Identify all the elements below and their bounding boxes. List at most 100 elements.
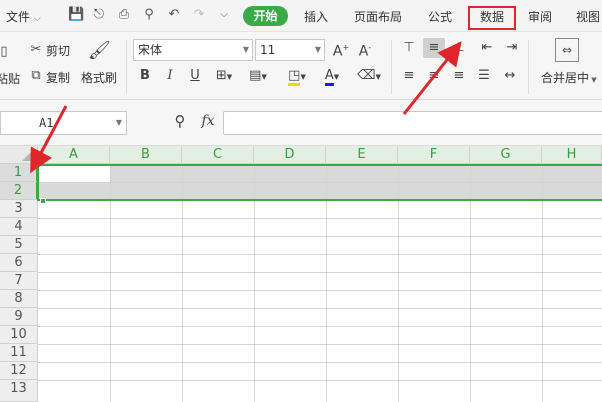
gridline — [38, 236, 602, 237]
justify-icon[interactable]: ☰ — [475, 68, 493, 84]
align-top-icon[interactable]: ⊤ — [400, 40, 418, 56]
fx-icon[interactable]: fx — [199, 113, 217, 129]
chevron-down-icon: ▼ — [115, 118, 122, 127]
increase-font-icon[interactable]: A+ — [332, 40, 350, 60]
align-center-icon[interactable]: ≡ — [425, 68, 443, 84]
print-icon[interactable]: ⎙ — [116, 7, 132, 23]
print-preview-icon[interactable]: ⚲ — [141, 7, 157, 23]
merge-center-label: 合并居中 — [541, 71, 590, 85]
border-icon[interactable]: ⊞▼ — [213, 68, 235, 85]
select-all-corner[interactable] — [0, 146, 38, 164]
gridline — [38, 326, 602, 327]
col-header-e[interactable]: E — [326, 146, 398, 164]
save-icon[interactable]: 💾 — [68, 7, 84, 23]
italic-icon[interactable]: I — [163, 68, 177, 84]
row-header-10[interactable]: 10 — [0, 326, 38, 344]
row-header-6[interactable]: 6 — [0, 254, 38, 272]
col-header-b[interactable]: B — [110, 146, 182, 164]
col-header-c[interactable]: C — [182, 146, 254, 164]
divider — [391, 40, 392, 94]
menu-file[interactable]: 文件 ⌵ — [6, 8, 41, 25]
tab-review[interactable]: 审阅 — [528, 8, 552, 25]
cell-style-icon[interactable]: ▤▼ — [246, 68, 270, 85]
row-header-5[interactable]: 5 — [0, 236, 38, 254]
font-size-select[interactable]: 11 ▼ — [255, 39, 325, 61]
zoom-search-icon[interactable]: ⚲ — [171, 113, 189, 129]
gridline — [38, 272, 602, 273]
scissors-icon[interactable]: ✂ — [28, 42, 44, 58]
row-header-3[interactable]: 3 — [0, 200, 38, 218]
formula-bar: A1 ▼ ⚲ fx — [0, 100, 602, 146]
row-selection-border — [37, 164, 602, 201]
copy-button[interactable]: 复制 — [46, 69, 70, 86]
paste-icon[interactable]: ▯ — [0, 44, 10, 60]
chevron-down-icon: ▼ — [314, 45, 321, 54]
gridline — [38, 362, 602, 363]
format-painter-icon[interactable]: 🖌 — [88, 40, 111, 62]
distributed-align-icon[interactable]: ↔ — [500, 68, 520, 84]
row-header-1[interactable]: 1 — [0, 164, 38, 182]
row-header-7[interactable]: 7 — [0, 272, 38, 290]
row-header-11[interactable]: 11 — [0, 344, 38, 362]
redo-icon[interactable]: ↷ — [191, 7, 207, 23]
font-name-value: 宋体 — [138, 43, 163, 57]
increase-indent-icon[interactable]: ⇥ — [503, 40, 521, 56]
tab-insert[interactable]: 插入 — [304, 8, 328, 25]
format-painter-button[interactable]: 格式刷 — [81, 69, 117, 86]
spreadsheet-grid[interactable]: A B C D E F G H 1 2 3 4 5 6 7 8 9 10 11 … — [0, 146, 602, 402]
tab-formulas[interactable]: 公式 — [428, 8, 452, 25]
col-header-g[interactable]: G — [470, 146, 542, 164]
select-all-triangle-icon — [22, 149, 34, 161]
paste-label[interactable]: 粘贴 — [0, 70, 20, 87]
gridline — [38, 308, 602, 309]
merge-center-button[interactable]: 合并居中 ▼ — [541, 69, 597, 86]
fill-handle[interactable] — [40, 198, 46, 204]
row-header-4[interactable]: 4 — [0, 218, 38, 236]
menu-file-label: 文件 — [6, 10, 31, 24]
underline-icon[interactable]: U — [188, 68, 202, 84]
row-header-9[interactable]: 9 — [0, 308, 38, 326]
tab-view[interactable]: 视图 — [576, 8, 600, 25]
col-header-h[interactable]: H — [542, 146, 602, 164]
align-bottom-icon[interactable]: ⊥ — [450, 40, 468, 56]
bold-icon[interactable]: B — [138, 68, 152, 84]
cut-button[interactable]: 剪切 — [46, 42, 70, 59]
align-right-icon[interactable]: ≡ — [450, 68, 468, 84]
chevron-down-icon: ▼ — [589, 76, 597, 84]
tab-data-highlight[interactable]: 数据 — [468, 6, 516, 30]
col-header-a[interactable]: A — [38, 146, 110, 164]
col-header-d[interactable]: D — [254, 146, 326, 164]
tab-page-layout[interactable]: 页面布局 — [354, 8, 402, 25]
row-header-2[interactable]: 2 — [0, 182, 38, 200]
tab-data[interactable]: 数据 — [470, 8, 514, 27]
merge-center-icon[interactable]: ⇔ — [555, 38, 579, 62]
ribbon: ▯ 粘贴 ✂ 剪切 ⧉ 复制 🖌 格式刷 宋体 ▼ 11 ▼ A+ A- B I… — [0, 32, 602, 100]
gridline — [38, 344, 602, 345]
gridline — [38, 290, 602, 291]
copy-icon[interactable]: ⧉ — [28, 68, 44, 84]
row-header-13[interactable]: 13 — [0, 380, 38, 402]
decrease-indent-icon[interactable]: ⇤ — [478, 40, 496, 56]
decrease-font-icon[interactable]: A- — [356, 40, 374, 60]
gridline — [38, 254, 602, 255]
fill-color-icon[interactable]: ◳▼ — [284, 68, 310, 86]
font-name-select[interactable]: 宋体 ▼ — [133, 39, 253, 61]
name-box[interactable]: A1 ▼ — [0, 111, 127, 135]
chevron-down-icon: ▼ — [242, 45, 249, 54]
align-left-icon[interactable]: ≡ — [400, 68, 418, 84]
export-pdf-icon[interactable]: ⎋ — [91, 7, 107, 23]
undo-icon[interactable]: ↶ — [166, 7, 182, 23]
customize-chevron-icon[interactable]: ⌵ — [216, 7, 232, 23]
gridline — [38, 218, 602, 219]
divider — [126, 40, 127, 94]
cell-reference: A1 — [39, 116, 54, 130]
row-header-12[interactable]: 12 — [0, 362, 38, 380]
divider — [528, 40, 529, 94]
font-color-icon[interactable]: A▼ — [320, 68, 344, 86]
align-middle-icon[interactable]: ≡ — [423, 38, 445, 58]
tab-start[interactable]: 开始 — [243, 6, 288, 26]
col-header-f[interactable]: F — [398, 146, 470, 164]
formula-input[interactable] — [223, 111, 602, 135]
clear-format-icon[interactable]: ⌫▼ — [356, 68, 382, 85]
row-header-8[interactable]: 8 — [0, 290, 38, 308]
